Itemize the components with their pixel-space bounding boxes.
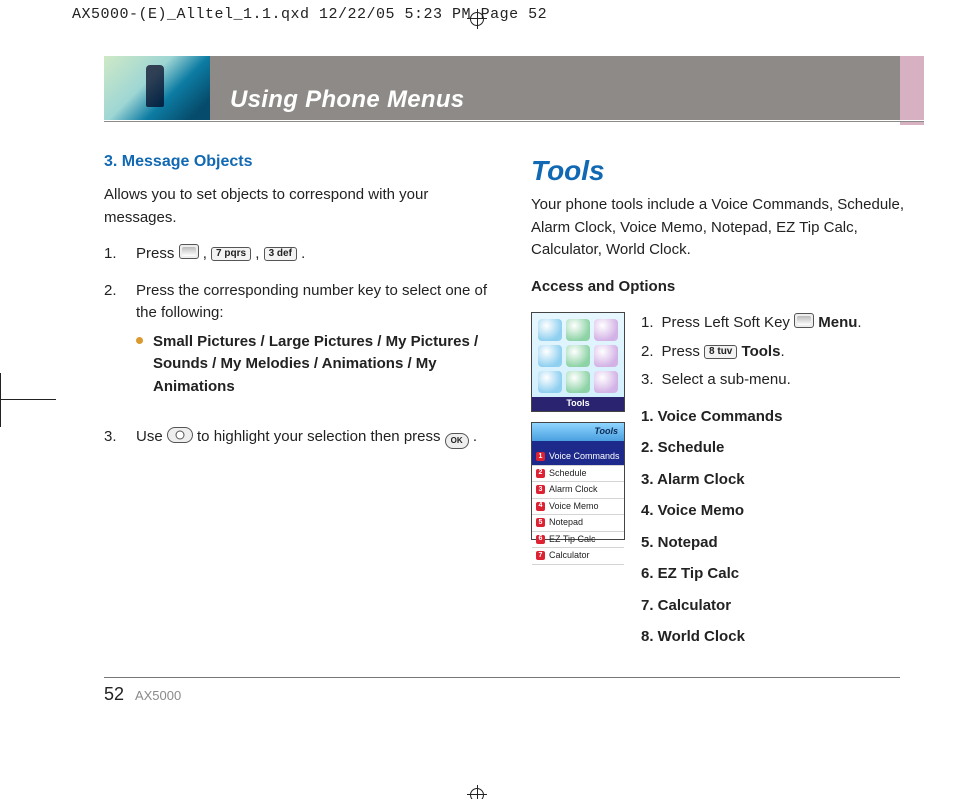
step-text: Press the corresponding number key to se… [136, 282, 487, 322]
step-number: 3. [104, 426, 118, 449]
registration-mark-top-icon [467, 18, 487, 19]
keypad-7-icon: 7 pqrs [211, 247, 251, 261]
phone-screenshot-list: Tools 1Voice Commands 2Schedule 3Alarm C… [531, 422, 625, 540]
registration-mark-bottom-icon [467, 794, 487, 795]
feature-heading: Tools [531, 150, 924, 192]
step: 1. Press Left Soft Key Menu. [641, 312, 924, 335]
model-name: AX5000 [135, 688, 181, 703]
screenshot-title: Tools [532, 423, 624, 441]
list-item: 6. EZ Tip Calc [641, 563, 924, 586]
left-column: 3. Message Objects Allows you to set obj… [104, 150, 497, 658]
page-number: 52 [104, 684, 124, 704]
intro-text: Allows you to set objects to correspond … [104, 184, 497, 229]
menu-row: 4Voice Memo [532, 499, 624, 516]
intro-text: Your phone tools include a Voice Command… [531, 194, 924, 262]
subsection-heading: 3. Message Objects [104, 150, 497, 174]
steps-list: 1. Press , 7 pqrs , 3 def . 2. [104, 243, 497, 449]
subheading: Access and Options [531, 276, 924, 299]
menu-row: 1Voice Commands [532, 449, 624, 466]
two-column-body: 3. Message Objects Allows you to set obj… [104, 150, 924, 658]
keypad-8-icon: 8 tuv [704, 345, 737, 359]
title-bar: Using Phone Menus [104, 56, 924, 120]
list-item: 4. Voice Memo [641, 500, 924, 523]
step-number: 2. [104, 280, 118, 413]
keypad-3-icon: 3 def [264, 247, 297, 261]
submenu-list: 1. Voice Commands 2. Schedule 3. Alarm C… [641, 406, 924, 649]
list-item: 1. Voice Commands [641, 406, 924, 429]
menu-row: 6EZ Tip Calc [532, 532, 624, 549]
step-number: 1. [641, 312, 654, 335]
step-number: 1. [104, 243, 118, 266]
section-title: Using Phone Menus [230, 86, 464, 114]
bullet-item: Small Pictures / Large Pictures / My Pic… [136, 331, 497, 399]
phone-screenshot-grid: Tools [531, 312, 625, 412]
list-item: 2. Schedule [641, 437, 924, 460]
steps-list: 1. Press Left Soft Key Menu. 2. [641, 312, 924, 392]
accent-cap [900, 56, 924, 120]
menu-row: 7Calculator [532, 548, 624, 565]
step: 3. Use to highlight your selection then … [104, 426, 497, 449]
step-number: 2. [641, 341, 654, 364]
left-soft-key-icon [179, 244, 199, 259]
content-plate: Using Phone Menus 3. Message Objects All… [104, 56, 924, 658]
steps-and-menu: 1. Press Left Soft Key Menu. 2. [641, 312, 924, 658]
decorative-photo [104, 56, 210, 120]
right-column: Tools Your phone tools include a Voice C… [531, 150, 924, 658]
page-footer: 52 AX5000 [104, 677, 900, 705]
crop-mark-left-icon [0, 373, 56, 427]
screenshot-caption: Tools [532, 397, 624, 411]
step-text: Press 8 tuv Tools. [662, 341, 785, 364]
step-body: Press the corresponding number key to se… [136, 280, 497, 413]
menu-row: 5Notepad [532, 515, 624, 532]
step-text: Press , 7 pqrs , 3 def . [136, 243, 305, 266]
list-item: 5. Notepad [641, 532, 924, 555]
nav-ring-icon [167, 427, 193, 443]
list-item: 7. Calculator [641, 595, 924, 618]
screenshots: Tools Tools 1Voice Commands 2Schedule 3A… [531, 312, 625, 658]
rule [104, 121, 924, 122]
step: 3. Select a sub-menu. [641, 369, 924, 392]
bullet-text: Small Pictures / Large Pictures / My Pic… [153, 331, 497, 399]
ok-key-icon: OK [445, 433, 469, 449]
step: 1. Press , 7 pqrs , 3 def . [104, 243, 497, 266]
left-soft-key-icon [794, 313, 814, 328]
title-band: Using Phone Menus [210, 56, 900, 120]
step: 2. Press the corresponding number key to… [104, 280, 497, 413]
step-number: 3. [641, 369, 654, 392]
subsection-wrap: Tools Tools 1Voice Commands 2Schedule 3A… [531, 312, 924, 658]
step: 2. Press 8 tuv Tools. [641, 341, 924, 364]
bullet-dot-icon [136, 337, 143, 344]
list-item: 8. World Clock [641, 626, 924, 649]
list-item: 3. Alarm Clock [641, 469, 924, 492]
step-text: Select a sub-menu. [662, 369, 791, 392]
step-text: Use to highlight your selection then pre… [136, 426, 477, 449]
accent-rule [900, 122, 924, 125]
step-text: Press Left Soft Key Menu. [662, 312, 862, 335]
menu-row: 2Schedule [532, 466, 624, 483]
manual-page: AX5000-(E)_Alltel_1.1.qxd 12/22/05 5:23 … [0, 0, 954, 799]
menu-row: 3Alarm Clock [532, 482, 624, 499]
